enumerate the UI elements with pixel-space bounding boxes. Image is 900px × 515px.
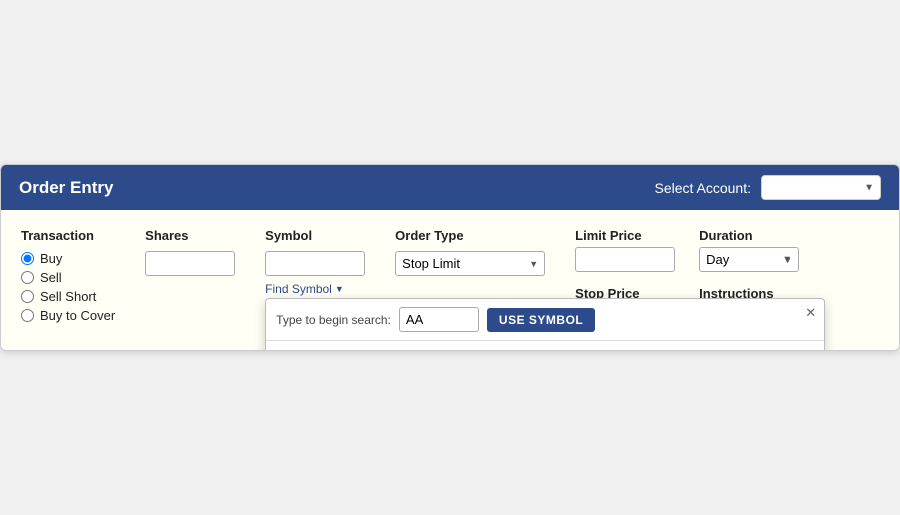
symbol-field-group: Symbol Find Symbol ▼ Type to begin searc… (265, 228, 365, 296)
radio-buy-input[interactable] (21, 252, 34, 265)
radio-buy-to-cover-input[interactable] (21, 309, 34, 322)
account-select-wrapper (761, 175, 881, 200)
limit-price-row: Limit Price (575, 228, 675, 272)
page-title: Order Entry (19, 178, 113, 198)
header-right: Select Account: (654, 175, 881, 200)
order-type-select[interactable]: Market Limit Stop Stop Limit Trailing St… (395, 251, 545, 276)
radio-sell-short-label: Sell Short (40, 289, 96, 304)
form-body: Transaction Buy Sell Sell Short (1, 210, 899, 350)
result-ticker-aa: AA (278, 348, 358, 351)
shares-label: Shares (145, 228, 235, 243)
symbol-label: Symbol (265, 228, 365, 243)
result-name-aa: Alcoa Corporation (358, 348, 742, 351)
option-chain-link-aa[interactable]: Option Chain (742, 349, 812, 352)
symbol-search-input[interactable] (399, 307, 479, 332)
order-type-field-group: Order Type Market Limit Stop Stop Limit … (395, 228, 545, 276)
header: Order Entry Select Account: (1, 165, 899, 210)
shares-input[interactable] (145, 251, 235, 276)
radio-sell-label: Sell (40, 270, 62, 285)
search-bar: Type to begin search: USE SYMBOL ✕ (266, 299, 824, 341)
symbol-wrapper (265, 251, 365, 276)
search-bar-label: Type to begin search: (276, 313, 391, 327)
limit-price-label: Limit Price (575, 228, 675, 243)
radio-sell-short[interactable]: Sell Short (21, 289, 115, 304)
find-symbol-link[interactable]: Find Symbol ▼ (265, 282, 365, 296)
transaction-field-group: Transaction Buy Sell Sell Short (21, 228, 115, 323)
use-symbol-button[interactable]: USE SYMBOL (487, 308, 595, 332)
find-symbol-text: Find Symbol (265, 282, 332, 296)
radio-sell-input[interactable] (21, 271, 34, 284)
duration-row: Duration Day GTC Extended ▼ (699, 228, 799, 272)
find-symbol-arrow-icon: ▼ (335, 284, 344, 294)
duration-label: Duration (699, 228, 799, 243)
radio-sell[interactable]: Sell (21, 270, 115, 285)
transaction-label: Transaction (21, 228, 115, 243)
form-row: Transaction Buy Sell Sell Short (21, 228, 879, 330)
radio-buy-to-cover[interactable]: Buy to Cover (21, 308, 115, 323)
select-account-label: Select Account: (654, 180, 751, 196)
duration-select-wrapper: Day GTC Extended ▼ (699, 247, 799, 272)
result-row-aa[interactable]: AA Alcoa Corporation Option Chain (266, 341, 824, 351)
radio-buy-label: Buy (40, 251, 62, 266)
account-select[interactable] (761, 175, 881, 200)
radio-buy[interactable]: Buy (21, 251, 115, 266)
duration-select[interactable]: Day GTC Extended (699, 247, 799, 272)
symbol-search-dropdown: Type to begin search: USE SYMBOL ✕ AA Al… (265, 298, 825, 351)
order-type-label: Order Type (395, 228, 545, 243)
order-type-wrapper: Market Limit Stop Stop Limit Trailing St… (395, 251, 545, 276)
search-results: AA Alcoa Corporation Option Chain AAPL A… (266, 341, 824, 351)
close-dropdown-button[interactable]: ✕ (805, 305, 816, 321)
radio-sell-short-input[interactable] (21, 290, 34, 303)
order-entry-container: Order Entry Select Account: Transaction … (0, 164, 900, 351)
transaction-group: Buy Sell Sell Short Buy to Cover (21, 251, 115, 323)
symbol-input[interactable] (265, 251, 365, 276)
limit-price-input[interactable] (575, 247, 675, 272)
shares-field-group: Shares (145, 228, 235, 276)
radio-buy-to-cover-label: Buy to Cover (40, 308, 115, 323)
